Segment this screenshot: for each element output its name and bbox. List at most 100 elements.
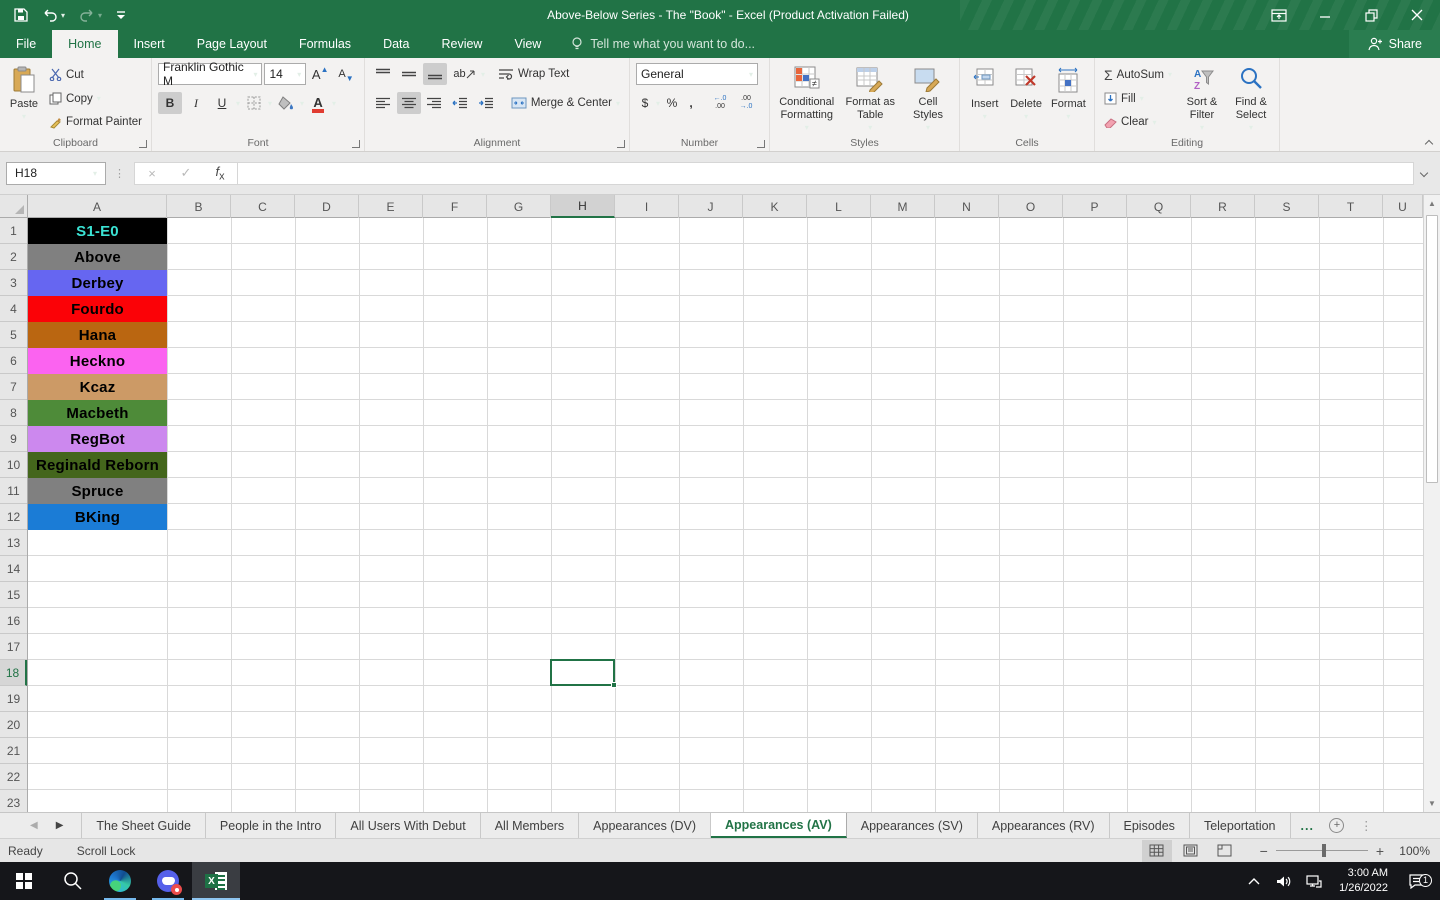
find-select-button[interactable]: Find & Select ▾ — [1229, 62, 1273, 133]
row-header-23[interactable]: 23 — [0, 790, 27, 812]
minimize-button[interactable] — [1302, 0, 1348, 30]
number-format-combobox[interactable]: General ▾ — [636, 63, 758, 85]
row-header-5[interactable]: 5 — [0, 322, 27, 348]
customize-qat-button[interactable] — [116, 9, 126, 21]
column-header-M[interactable]: M — [871, 195, 935, 218]
row-header-4[interactable]: 4 — [0, 296, 27, 322]
row-header-2[interactable]: 2 — [0, 244, 27, 270]
undo-button[interactable]: ▾ — [42, 9, 65, 22]
cell-A8[interactable]: Macbeth — [28, 400, 167, 426]
page-break-view-button[interactable] — [1210, 840, 1240, 862]
ribbon-tab-view[interactable]: View — [498, 30, 557, 58]
network-icon[interactable] — [1301, 874, 1327, 888]
column-header-F[interactable]: F — [423, 195, 487, 218]
share-button[interactable]: Share — [1348, 30, 1440, 58]
tray-chevron-icon[interactable] — [1241, 877, 1267, 885]
confirm-entry-button[interactable]: ✓ — [169, 165, 203, 181]
row-header-17[interactable]: 17 — [0, 634, 27, 660]
sheet-tab-appearances-sv-[interactable]: Appearances (SV) — [847, 813, 978, 838]
ribbon-display-options-button[interactable] — [1256, 0, 1302, 30]
column-header-Q[interactable]: Q — [1127, 195, 1191, 218]
formula-input[interactable] — [238, 161, 1414, 185]
clear-button[interactable]: Clear ▾ — [1101, 111, 1175, 133]
tell-me-box[interactable]: Tell me what you want to do... — [557, 30, 769, 58]
prev-sheet-arrow[interactable]: ◀ — [30, 820, 38, 831]
comma-format-button[interactable]: , — [684, 92, 698, 114]
row-header-13[interactable]: 13 — [0, 530, 27, 556]
ribbon-tab-review[interactable]: Review — [425, 30, 498, 58]
row-header-20[interactable]: 20 — [0, 712, 27, 738]
font-name-combobox[interactable]: Franklin Gothic M ▾ — [158, 60, 263, 88]
row-header-11[interactable]: 11 — [0, 478, 27, 504]
row-header-9[interactable]: 9 — [0, 426, 27, 452]
cell-A11[interactable]: Spruce — [28, 478, 167, 504]
format-painter-button[interactable]: Format Painter — [46, 111, 145, 133]
cell-A7[interactable]: Kcaz — [28, 374, 167, 400]
font-color-button[interactable]: A — [306, 92, 330, 114]
sheet-tab-appearances-av-[interactable]: Appearances (AV) — [711, 813, 847, 838]
row-header-12[interactable]: 12 — [0, 504, 27, 530]
taskbar-search-button[interactable] — [48, 862, 96, 900]
percent-format-button[interactable]: % — [662, 92, 682, 114]
delete-cells-button[interactable]: Delete ▾ — [1007, 62, 1044, 133]
underline-button[interactable]: U — [210, 92, 234, 114]
format-cells-button[interactable]: Format ▾ — [1049, 62, 1088, 133]
ribbon-tab-data[interactable]: Data — [367, 30, 425, 58]
wrap-text-button[interactable]: Wrap Text — [495, 63, 572, 85]
align-top-button[interactable] — [371, 63, 395, 85]
save-button[interactable] — [14, 8, 28, 22]
format-as-table-button[interactable]: Format as Table ▾ — [841, 62, 899, 133]
currency-format-button[interactable]: $ — [636, 92, 654, 114]
number-dialog-launcher[interactable] — [757, 140, 765, 148]
name-box[interactable]: H18 ▾ — [6, 161, 106, 185]
ribbon-tab-formulas[interactable]: Formulas — [283, 30, 367, 58]
restore-button[interactable] — [1348, 0, 1394, 30]
row-header-22[interactable]: 22 — [0, 764, 27, 790]
zoom-out-button[interactable]: − — [1260, 843, 1268, 859]
increase-indent-button[interactable] — [474, 92, 498, 114]
column-header-E[interactable]: E — [359, 195, 423, 218]
font-dialog-launcher[interactable] — [352, 140, 360, 148]
align-left-button[interactable] — [371, 92, 395, 114]
bold-button[interactable]: B — [158, 92, 182, 114]
taskbar-discord-button[interactable] — [144, 862, 192, 900]
align-center-button[interactable] — [396, 92, 421, 114]
paste-button[interactable]: Paste ▾ — [6, 62, 42, 133]
column-header-I[interactable]: I — [615, 195, 679, 218]
column-header-J[interactable]: J — [679, 195, 743, 218]
row-header-1[interactable]: 1 — [0, 218, 27, 244]
ribbon-tab-insert[interactable]: Insert — [118, 30, 181, 58]
new-sheet-button[interactable]: + — [1324, 813, 1350, 838]
cell-A3[interactable]: Derbey — [28, 270, 167, 296]
sort-filter-button[interactable]: AZ Sort & Filter ▾ — [1179, 62, 1225, 133]
normal-view-button[interactable] — [1141, 839, 1172, 862]
font-color-dropdown[interactable]: ▾ — [332, 99, 336, 108]
ribbon-tab-page-layout[interactable]: Page Layout — [181, 30, 283, 58]
row-header-15[interactable]: 15 — [0, 582, 27, 608]
cell-A9[interactable]: RegBot — [28, 426, 167, 452]
align-middle-button[interactable] — [397, 63, 421, 85]
sheet-tab-all-members[interactable]: All Members — [481, 813, 580, 838]
column-header-R[interactable]: R — [1191, 195, 1255, 218]
row-header-16[interactable]: 16 — [0, 608, 27, 634]
fill-button[interactable]: Fill ▾ — [1101, 88, 1175, 110]
font-size-combobox[interactable]: 14 ▾ — [264, 63, 307, 85]
taskbar-edge-button[interactable] — [96, 862, 144, 900]
currency-dropdown[interactable]: ▾ — [656, 99, 660, 108]
cell-area[interactable]: S1-E0 Above Derbey Fourdo Hana Heckno Kcaz Macb… — [28, 218, 1423, 812]
cell-A5[interactable]: Hana — [28, 322, 167, 348]
borders-button[interactable] — [242, 92, 266, 114]
collapse-ribbon-button[interactable] — [1424, 139, 1434, 149]
underline-dropdown[interactable]: ▾ — [236, 99, 240, 108]
tabbar-overflow-dots[interactable]: ⋮ — [1350, 813, 1384, 838]
cell-A10[interactable]: Reginald Reborn — [28, 452, 167, 478]
fill-color-button[interactable] — [274, 92, 298, 114]
action-center-button[interactable]: 1 — [1400, 873, 1434, 889]
column-header-A[interactable]: A — [28, 195, 167, 218]
volume-icon[interactable] — [1271, 875, 1297, 888]
zoom-in-button[interactable]: + — [1376, 843, 1384, 859]
column-header-B[interactable]: B — [167, 195, 231, 218]
column-header-L[interactable]: L — [807, 195, 871, 218]
ribbon-tab-home[interactable]: Home — [52, 30, 118, 58]
zoom-level[interactable]: 100% — [1388, 844, 1430, 858]
